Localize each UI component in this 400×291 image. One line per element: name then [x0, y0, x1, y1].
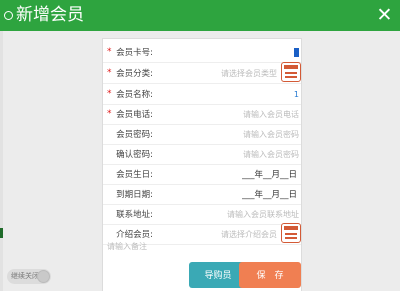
required-mark: *	[107, 47, 112, 57]
picker-line	[285, 72, 297, 74]
referrer-label: 介绍会员:	[116, 230, 153, 240]
birthday-row: 会员生日: ___年__月__日	[103, 165, 301, 185]
card-no-label: 会员卡号:	[116, 48, 153, 58]
phone-row: * 会员电话: 请输入会员电话	[103, 105, 301, 125]
picker-line	[285, 237, 297, 239]
save-button[interactable]: 保 存	[239, 262, 301, 288]
title-circle-icon	[4, 10, 13, 20]
dialog-title: 新增会员	[16, 5, 84, 25]
required-mark: *	[107, 68, 112, 78]
expiry-label: 到期日期:	[116, 190, 153, 200]
name-row: * 会员名称: 1	[103, 85, 301, 105]
dialog-header: 新增会员 ✕	[0, 0, 400, 31]
phone-label: 会员电话:	[116, 110, 153, 120]
confirm-password-label: 确认密码:	[116, 150, 153, 160]
picker-bar	[284, 65, 298, 69]
continue-close-toggle[interactable]: 继续关闭	[7, 269, 51, 284]
expiry-row: 到期日期: ___年__月__日	[103, 185, 301, 205]
referrer-select[interactable]: 请选择介绍会员	[221, 229, 277, 241]
card-no-row: * 会员卡号:	[103, 43, 301, 63]
referrer-picker-icon[interactable]	[281, 223, 301, 243]
picker-bar	[284, 226, 298, 230]
confirm-password-input[interactable]: 请输入会员密码	[243, 149, 299, 161]
left-edge	[0, 31, 3, 291]
required-mark: *	[107, 109, 112, 119]
category-select[interactable]: 请选择会员类型	[221, 68, 277, 80]
toggle-knob[interactable]	[37, 270, 50, 283]
picker-line	[285, 233, 297, 235]
category-label: 会员分类:	[116, 69, 153, 79]
remark-textarea[interactable]: 请输入备注	[107, 241, 147, 253]
required-mark: *	[107, 89, 112, 99]
name-label: 会员名称:	[116, 90, 153, 100]
address-row: 联系地址: 请输入会员联系地址	[103, 205, 301, 225]
left-edge-marker	[0, 228, 3, 238]
name-input[interactable]: 1	[294, 89, 299, 101]
phone-input[interactable]: 请输入会员电话	[243, 109, 299, 121]
password-row: 会员密码: 请输入会员密码	[103, 125, 301, 145]
address-label: 联系地址:	[116, 210, 153, 220]
birthday-label: 会员生日:	[116, 170, 153, 180]
confirm-password-row: 确认密码: 请输入会员密码	[103, 145, 301, 165]
picker-line	[285, 76, 297, 78]
close-button[interactable]: ✕	[369, 0, 400, 31]
title-wrap: 新增会员	[4, 3, 84, 27]
category-picker-icon[interactable]	[281, 62, 301, 82]
address-input[interactable]: 请输入会员联系地址	[227, 209, 299, 221]
category-row: * 会员分类: 请选择会员类型	[103, 62, 301, 84]
password-input[interactable]: 请输入会员密码	[243, 129, 299, 141]
member-form: * 会员卡号: * 会员分类: 请选择会员类型 * 会员名称: 1 * 会员电话…	[102, 38, 302, 291]
text-cursor	[294, 48, 299, 57]
password-label: 会员密码:	[116, 130, 153, 140]
birthday-input[interactable]: ___年__月__日	[242, 169, 297, 181]
toggle-label: 继续关闭	[11, 272, 39, 280]
card-no-input[interactable]	[294, 47, 299, 59]
expiry-input[interactable]: ___年__月__日	[242, 189, 297, 201]
